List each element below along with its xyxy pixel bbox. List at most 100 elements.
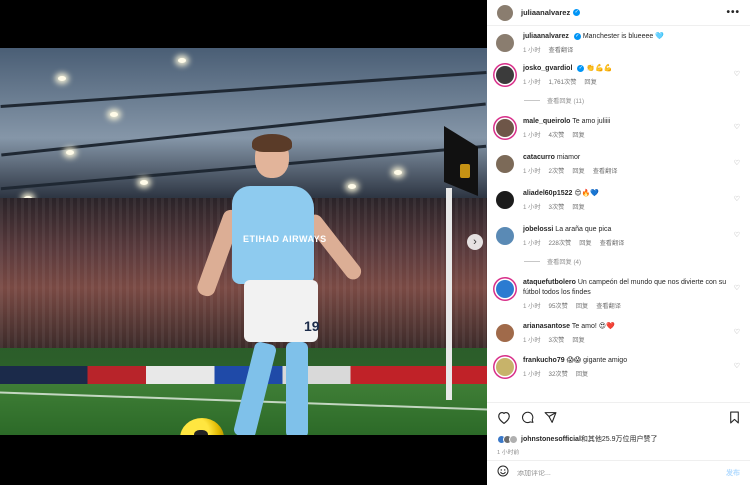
comment-text: miamor [556, 154, 581, 161]
comment-time[interactable]: 1 小时 [523, 238, 541, 247]
view-replies[interactable]: 查看回复 (11) [524, 96, 750, 105]
comment-time[interactable]: 1 小时 [523, 77, 541, 86]
comment-icon[interactable] [521, 411, 534, 424]
replies-divider [524, 261, 540, 262]
comment-username[interactable]: arianasantose [523, 323, 570, 330]
author-avatar[interactable] [497, 4, 513, 21]
commenter-avatar[interactable] [496, 66, 514, 84]
comment-text: 😍🔥💙 [574, 190, 600, 197]
comment-time[interactable]: 1 小时 [523, 130, 541, 139]
post-actions: johnstonesofficial和其他25.9万位用户赞了 1 小时前 [487, 402, 750, 456]
reply-button[interactable]: 回复 [579, 238, 591, 247]
liker-avatar [509, 434, 518, 444]
comment-username[interactable]: catacurro [523, 154, 555, 161]
comment-likes[interactable]: 3次赞 [549, 335, 565, 344]
commenter-avatar[interactable] [496, 191, 514, 209]
view-replies-label: 查看回复 (11) [547, 98, 585, 105]
share-icon[interactable] [544, 411, 557, 424]
comment-username[interactable]: ataquefutbolero [523, 279, 576, 286]
commenter-avatar[interactable] [496, 280, 514, 298]
caption-username[interactable]: juliaanalvarez [523, 33, 569, 40]
heart-icon[interactable] [497, 411, 511, 424]
comment-text: La araña que pica [555, 226, 612, 233]
stadium-light [178, 58, 186, 63]
emoji-icon[interactable] [497, 464, 509, 482]
reply-button[interactable]: 回复 [584, 77, 596, 86]
comment-likes[interactable]: 4次赞 [549, 130, 565, 139]
reply-button[interactable]: 回复 [576, 369, 588, 378]
liker-username[interactable]: johnstonesofficial [521, 436, 581, 443]
commenter-avatar[interactable] [496, 155, 514, 173]
comment-username[interactable]: frankucho79 [523, 357, 565, 364]
reply-button[interactable]: 回复 [572, 202, 584, 211]
commenter-avatar[interactable] [496, 227, 514, 245]
club-crest [460, 164, 470, 178]
comment-username[interactable]: male_queirolo [523, 118, 570, 125]
stadium-light [140, 180, 148, 185]
translate-link[interactable]: 查看翻译 [549, 45, 574, 54]
comment-likes[interactable]: 95次赞 [549, 301, 568, 310]
commenter-avatar[interactable] [496, 324, 514, 342]
post-photo[interactable]: ETIHAD AIRWAYS 19 [0, 48, 487, 435]
likes-count-text: 和其他25.9万位用户赞了 [580, 436, 658, 443]
comment-time[interactable]: 1 小时 [523, 202, 541, 211]
post-comment-button[interactable]: 发布 [726, 468, 740, 478]
stadium-light [58, 76, 66, 81]
comment-time[interactable]: 1 小时 [523, 166, 541, 175]
like-comment-heart-icon[interactable]: ♡ [734, 123, 740, 131]
author-avatar[interactable] [496, 34, 514, 52]
more-options-icon[interactable]: ••• [726, 7, 740, 18]
comment-likes[interactable]: 2次赞 [549, 166, 565, 175]
comment-row: josko_gvardiol ✓ 👏💪💪 1 小时 1,761次赞 回复 ♡ [487, 64, 750, 86]
like-comment-heart-icon[interactable]: ♡ [734, 231, 740, 239]
like-comment-heart-icon[interactable]: ♡ [734, 159, 740, 167]
post-media-area: ETIHAD AIRWAYS 19 › [0, 0, 487, 485]
corner-flag-pole [446, 188, 452, 400]
comment-likes[interactable]: 32次赞 [549, 369, 568, 378]
comments-list: juliaanalvarez ✓ Manchester is blueeee 🩵… [487, 32, 750, 402]
comment-text: Te amo! 😍❤️ [571, 323, 615, 330]
replies-divider [524, 100, 540, 101]
view-replies[interactable]: 查看回复 (4) [524, 257, 750, 266]
commenter-avatar[interactable] [496, 119, 514, 137]
comment-username[interactable]: josko_gvardiol [523, 65, 572, 72]
comment-likes[interactable]: 1,761次赞 [549, 77, 577, 86]
like-comment-heart-icon[interactable]: ♡ [734, 284, 740, 292]
likes-summary[interactable]: johnstonesofficial和其他25.9万位用户赞了 [497, 434, 740, 444]
verified-badge-icon: ✓ [577, 64, 585, 72]
reply-button[interactable]: 回复 [576, 301, 588, 310]
comment-input[interactable] [517, 469, 726, 477]
reply-button[interactable]: 回复 [572, 130, 584, 139]
comment-time[interactable]: 1 小时 [523, 301, 541, 310]
comment-text: 👏💪💪 [586, 65, 613, 72]
translate-link[interactable]: 查看翻译 [593, 166, 618, 175]
reply-button[interactable]: 回复 [572, 166, 584, 175]
like-comment-heart-icon[interactable]: ♡ [734, 70, 740, 78]
comment-likes[interactable]: 3次赞 [549, 202, 565, 211]
comment-username[interactable]: jobelossi [523, 226, 553, 233]
caption-time[interactable]: 1 小时 [523, 45, 541, 54]
like-comment-heart-icon[interactable]: ♡ [734, 195, 740, 203]
bookmark-icon[interactable] [729, 411, 740, 424]
comment-username[interactable]: aliadel60p1522 [523, 190, 572, 197]
translate-link[interactable]: 查看翻译 [596, 301, 621, 310]
next-image-button[interactable]: › [467, 234, 483, 250]
view-replies-label: 查看回复 (4) [547, 259, 582, 266]
player-hair [252, 134, 292, 152]
comment-likes[interactable]: 228次赞 [549, 238, 572, 247]
comment-time[interactable]: 1 小时 [523, 335, 541, 344]
comment-text: 😱😱 gigante amigo [566, 357, 628, 364]
author-username[interactable]: juliaanalvarez [521, 8, 570, 17]
football-pattern [194, 430, 208, 435]
stadium-light [66, 150, 74, 155]
translate-link[interactable]: 查看翻译 [600, 238, 625, 247]
post-side-panel: juliaanalvarez ✓ ••• juliaanalvarez ✓ Ma… [487, 0, 750, 485]
reply-button[interactable]: 回复 [572, 335, 584, 344]
caption-text: Manchester is blueeee 🩵 [582, 33, 664, 40]
post-timestamp[interactable]: 1 小时前 [497, 447, 740, 456]
like-comment-heart-icon[interactable]: ♡ [734, 362, 740, 370]
commenter-avatar[interactable] [496, 358, 514, 376]
comment-time[interactable]: 1 小时 [523, 369, 541, 378]
stadium-light [110, 112, 118, 117]
like-comment-heart-icon[interactable]: ♡ [734, 328, 740, 336]
